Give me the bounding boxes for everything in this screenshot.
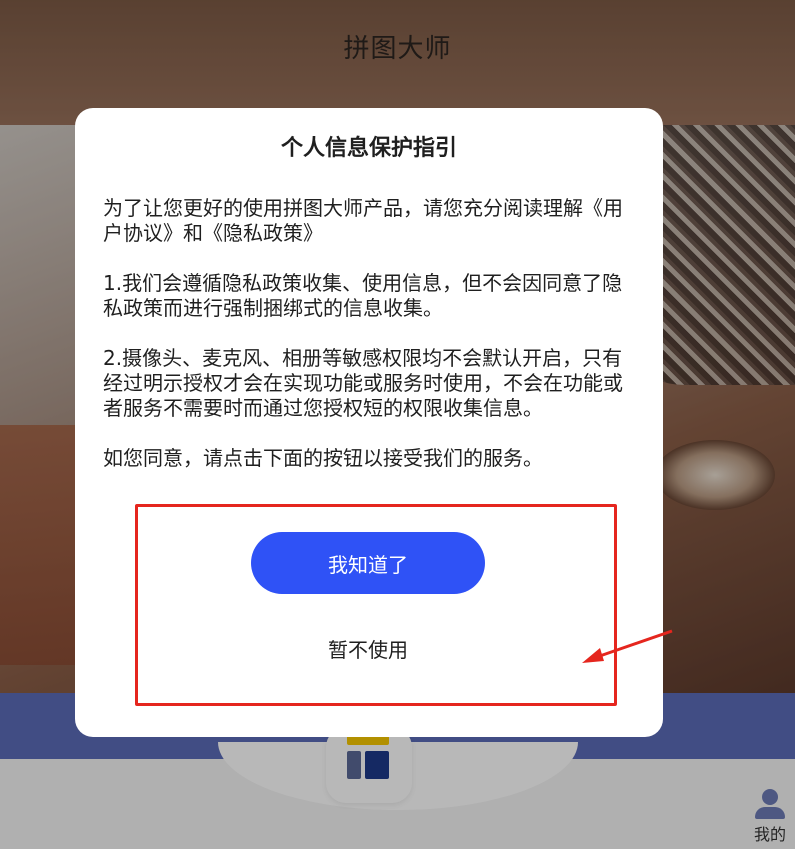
decline-button[interactable]: 暂不使用 bbox=[251, 630, 485, 666]
dialog-paragraph-1: 1.我们会遵循隐私政策收集、使用信息，但不会因同意了隐私政策而进行强制捆绑式的信… bbox=[103, 271, 623, 320]
agree-button[interactable]: 我知道了 bbox=[251, 532, 485, 594]
dialog-paragraph-consent: 如您同意，请点击下面的按钮以接受我们的服务。 bbox=[103, 446, 543, 470]
dialog-body: 为了让您更好的使用拼图大师产品，请您充分阅读理解《用户协议》和《隐私政策》 1.… bbox=[103, 196, 631, 496]
red-arrow-icon bbox=[582, 629, 673, 663]
privacy-dialog: 个人信息保护指引 为了让您更好的使用拼图大师产品，请您充分阅读理解《用户协议》和… bbox=[75, 108, 673, 737]
dialog-title: 个人信息保护指引 bbox=[280, 136, 457, 161]
dialog-paragraph-intro: 为了让您更好的使用拼图大师产品，请您充分阅读理解《用户协议》和《隐私政策》 bbox=[103, 196, 623, 245]
dialog-paragraph-2: 2.摄像头、麦克风、相册等敏感权限均不会默认开启，只有经过明示授权才会在实现功能… bbox=[103, 346, 623, 420]
